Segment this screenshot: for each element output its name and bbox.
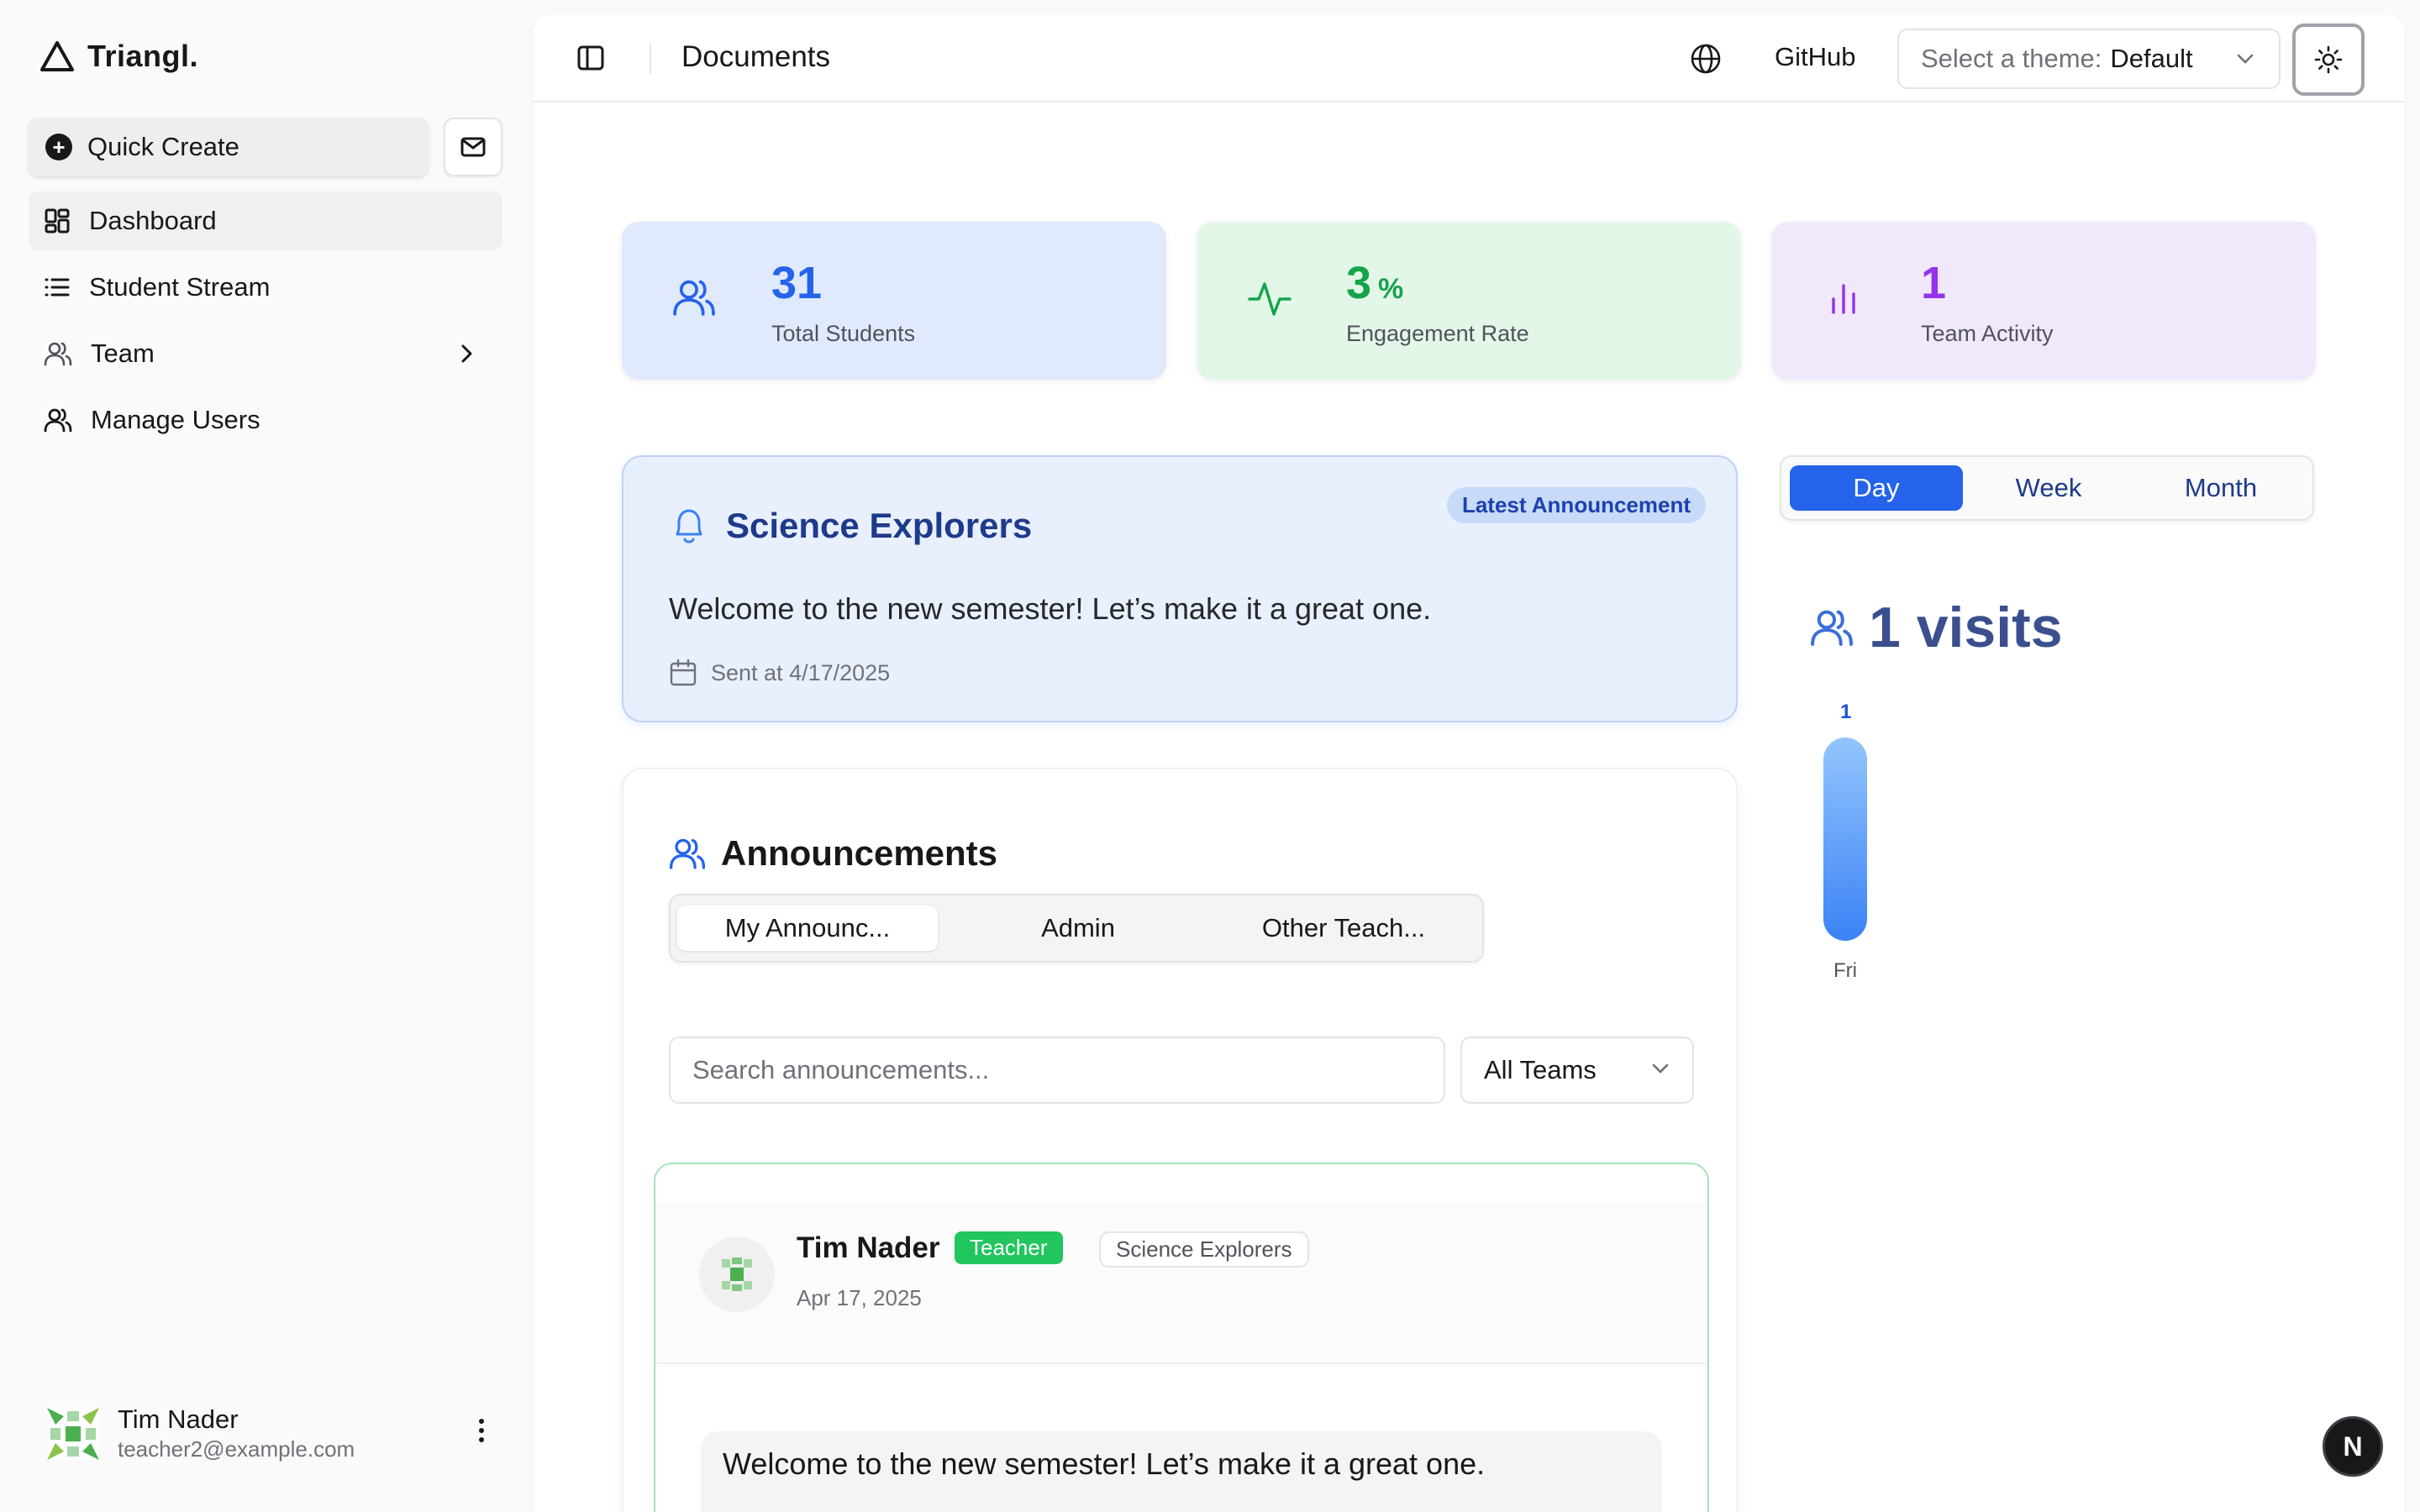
sidebar-item-label: Dashboard: [89, 206, 217, 235]
stat-card-team-activity: 1 Team Activity: [1771, 222, 2316, 380]
team-filter-select[interactable]: All Teams: [1460, 1037, 1694, 1104]
stat-label: Total Students: [771, 321, 916, 346]
stat-value: 31: [771, 258, 823, 308]
theme-toggle-button[interactable]: [2292, 24, 2365, 96]
plus-circle-icon: +: [45, 134, 72, 160]
chevron-down-icon: [1650, 1060, 1670, 1077]
latest-announcement-header: Science Explorers: [669, 504, 1032, 548]
latest-announcement-sent: Sent at 4/17/2025: [669, 659, 890, 687]
post-header: Tim Nader Teacher Science Explorers Apr …: [655, 1203, 1707, 1364]
users-icon: [44, 407, 72, 433]
visits-bar-chart: 1 Fri: [1810, 696, 2062, 1015]
tab-my-announcements[interactable]: My Announc...: [677, 906, 938, 951]
search-input[interactable]: [669, 1037, 1445, 1104]
top-bar: Documents GitHub Select a theme: Default: [533, 15, 2405, 102]
announcements-tabs: My Announc... Admin Other Teach...: [669, 894, 1484, 963]
team-filter-value: All Teams: [1484, 1055, 1597, 1084]
latest-announcement-team: Science Explorers: [726, 506, 1033, 545]
tab-other-teachers[interactable]: Other Teach...: [1213, 906, 1474, 951]
stat-label: Engagement Rate: [1346, 321, 1529, 346]
chevron-right-icon: [459, 343, 474, 365]
user-name: Tim Nader: [118, 1404, 239, 1434]
calendar-icon: [669, 659, 697, 687]
sidebar: Triangl. + Quick Create Dashboard Studen…: [0, 0, 533, 1512]
main-panel: Documents GitHub Select a theme: Default…: [533, 15, 2405, 1512]
bar[interactable]: [1823, 738, 1867, 941]
theme-select[interactable]: Select a theme: Default: [1897, 29, 2281, 89]
tab-month[interactable]: Month: [2134, 465, 2307, 511]
dashboard-icon: [44, 207, 71, 234]
brand[interactable]: Triangl.: [39, 39, 198, 74]
post-author: Tim Nader: [797, 1231, 940, 1264]
role-badge: Teacher: [955, 1231, 1063, 1264]
user-info: Tim Nader teacher2@example.com: [118, 1404, 355, 1462]
page-title: Documents: [681, 40, 831, 73]
github-link[interactable]: GitHub: [1775, 42, 1855, 72]
latest-announcement-badge: Latest Announcement: [1446, 487, 1706, 523]
more-vertical-icon[interactable]: [477, 1418, 486, 1443]
announcements-title: Announcements: [721, 833, 998, 873]
bar-category-label: Fri: [1833, 959, 1857, 982]
announcement-post[interactable]: Tim Nader Teacher Science Explorers Apr …: [654, 1163, 1709, 1512]
inbox-button[interactable]: [444, 118, 502, 176]
sidebar-toggle-icon[interactable]: [576, 44, 605, 72]
sidebar-item-label: Manage Users: [91, 405, 260, 434]
announcements-header: Announcements: [669, 833, 997, 874]
post-body: Welcome to the new semester! Let’s make …: [701, 1431, 1662, 1512]
sidebar-item-label: Team: [91, 339, 155, 368]
stat-value: 1: [1921, 258, 1947, 308]
period-tabs: Day Week Month: [1780, 455, 2314, 521]
avatar: [699, 1236, 775, 1312]
announcements-card: Announcements My Announc... Admin Other …: [622, 768, 1738, 1512]
dev-tools-badge[interactable]: N: [2323, 1416, 2383, 1477]
stat-label: Team Activity: [1921, 321, 2054, 346]
sidebar-item-dashboard[interactable]: Dashboard: [29, 192, 502, 250]
theme-select-value: Default: [2110, 44, 2193, 73]
post-date: Apr 17, 2025: [797, 1285, 922, 1310]
users-icon: [669, 836, 706, 871]
sidebar-item-label: Student Stream: [89, 272, 271, 302]
mail-icon: [460, 137, 486, 157]
stat-card-total-students: 31 Total Students: [622, 222, 1166, 380]
triangle-logo-icon: [39, 39, 76, 73]
quick-create-button[interactable]: + Quick Create: [29, 118, 429, 176]
users-icon: [672, 276, 716, 319]
tab-day[interactable]: Day: [1790, 465, 1963, 511]
stat-card-engagement-rate: 3% Engagement Rate: [1197, 222, 1741, 380]
users-icon: [44, 340, 72, 367]
latest-announcement-card[interactable]: Latest Announcement Science Explorers We…: [622, 455, 1738, 722]
visits-count: 1 visits: [1869, 596, 2063, 659]
user-email: teacher2@example.com: [118, 1436, 355, 1462]
list-icon: [44, 274, 71, 301]
tab-week[interactable]: Week: [1962, 465, 2135, 511]
tab-admin[interactable]: Admin: [948, 906, 1208, 951]
sidebar-nav: Dashboard Student Stream Team Manage Use…: [29, 192, 502, 457]
sent-date: Sent at 4/17/2025: [711, 659, 891, 685]
sidebar-item-manage-users[interactable]: Manage Users: [29, 391, 502, 449]
user-profile[interactable]: Tim Nader teacher2@example.com: [47, 1404, 501, 1462]
bar-value-label: 1: [1840, 701, 1852, 723]
quick-create-label: Quick Create: [87, 132, 239, 161]
sun-icon: [2313, 45, 2344, 75]
activity-icon: [1247, 276, 1292, 321]
app-name: Triangl.: [87, 39, 199, 73]
users-icon: [1810, 606, 1854, 648]
theme-select-label: Select a theme:: [1921, 44, 2102, 73]
visits-summary: 1 visits: [1810, 595, 2063, 660]
bar-chart-icon: [1822, 276, 1865, 319]
stat-value: 3%: [1346, 258, 1404, 308]
chevron-down-icon: [2235, 50, 2255, 67]
divider: [650, 44, 651, 74]
bell-icon: [669, 504, 709, 548]
avatar: [47, 1407, 99, 1460]
latest-announcement-message: Welcome to the new semester! Let’s make …: [669, 591, 1432, 626]
sidebar-item-team[interactable]: Team: [29, 324, 502, 383]
quick-actions: + Quick Create: [29, 118, 502, 176]
globe-icon[interactable]: [1689, 42, 1723, 76]
sidebar-item-student-stream[interactable]: Student Stream: [29, 258, 502, 317]
team-badge: Science Explorers: [1099, 1231, 1309, 1268]
